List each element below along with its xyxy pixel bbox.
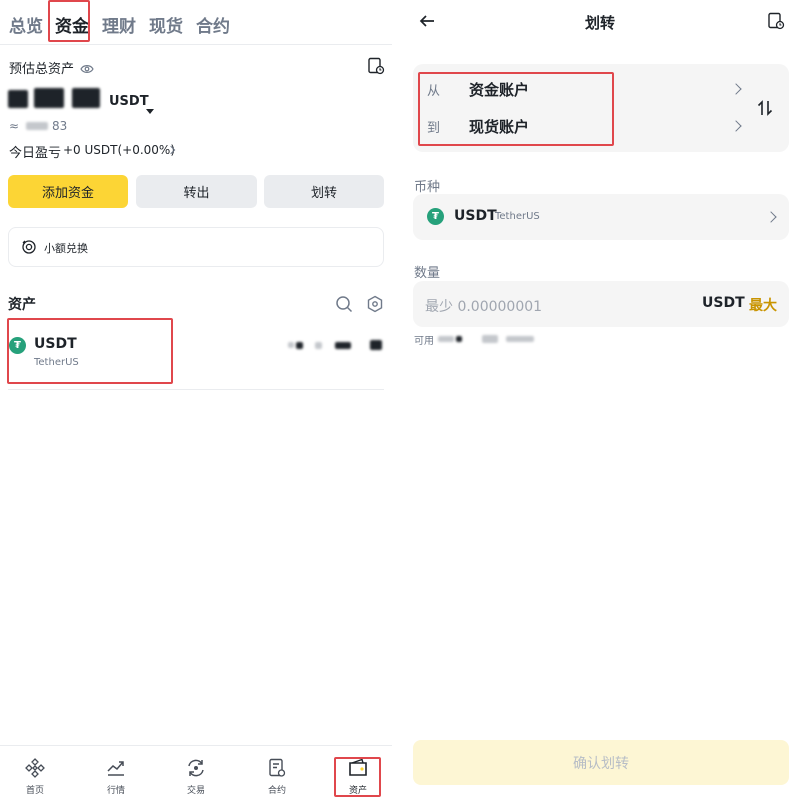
futures-icon xyxy=(269,758,286,777)
currency-name: TetherUS xyxy=(495,211,540,222)
approx-prefix: ≈ xyxy=(9,119,20,133)
nav-trade-label: 交易 xyxy=(186,786,205,796)
search-icon[interactable] xyxy=(335,295,353,317)
tab-spot[interactable]: 现货 xyxy=(149,12,183,37)
balance-obscured xyxy=(8,88,102,110)
estimated-total-label: 预估总资产 xyxy=(9,62,75,77)
nav-futures[interactable]: 合约 xyxy=(255,757,299,796)
asset-row-divider xyxy=(8,389,384,390)
asset-symbol: USDT xyxy=(34,336,77,352)
today-pnl-value: +0 USDT(+0.00%) xyxy=(63,143,176,157)
markets-icon xyxy=(107,761,124,776)
nav-assets[interactable]: 资产 xyxy=(336,757,380,796)
nav-trade[interactable]: 交易 xyxy=(174,757,218,796)
confirm-transfer-button[interactable]: 确认划转 xyxy=(413,740,789,785)
nav-futures-label: 合约 xyxy=(267,786,286,796)
asset-balance-obscured xyxy=(288,340,384,352)
nav-assets-label: 资产 xyxy=(348,786,367,796)
funding-screen: 总览 资金 理财 现货 合约 预估总资产 USDT ≈ 83 今日盈亏 +0 U… xyxy=(0,0,392,798)
eye-icon[interactable] xyxy=(80,60,94,79)
tab-futures[interactable]: 合约 xyxy=(196,12,230,37)
history-icon[interactable] xyxy=(767,12,785,34)
assets-title: 资产 xyxy=(8,297,36,313)
small-convert-label[interactable]: 小额兑换 xyxy=(44,240,88,256)
settings-icon[interactable] xyxy=(366,295,384,317)
tab-overview[interactable]: 总览 xyxy=(9,12,43,37)
asset-name: TetherUS xyxy=(34,357,79,368)
home-icon xyxy=(25,758,45,778)
nav-markets[interactable]: 行情 xyxy=(94,757,138,796)
to-account[interactable]: 现货账户 xyxy=(469,116,529,137)
transfer-button[interactable]: 划转 xyxy=(264,175,384,208)
page-title: 划转 xyxy=(584,14,615,32)
swap-icon[interactable] xyxy=(756,99,774,121)
caret-down-icon[interactable] xyxy=(146,100,154,119)
nav-home-label: 首页 xyxy=(25,786,44,796)
to-label: 到 xyxy=(427,121,441,136)
amount-unit: USDT xyxy=(702,295,745,311)
today-pnl-label: 今日盈亏 xyxy=(9,146,62,161)
transfer-screen: 划转 从 资金账户 到 现货账户 币种 ₮ USDT TetherUS 数量 最… xyxy=(400,0,800,798)
nav-home[interactable]: 首页 xyxy=(13,757,57,796)
max-button[interactable]: 最大 xyxy=(749,295,777,315)
balance-currency[interactable]: USDT xyxy=(109,94,149,109)
history-icon[interactable] xyxy=(367,57,385,79)
available-value-obscured xyxy=(438,335,538,343)
tether-logo-icon: ₮ xyxy=(427,208,444,225)
from-label: 从 xyxy=(427,84,441,99)
from-account[interactable]: 资金账户 xyxy=(469,79,529,100)
nav-markets-label: 行情 xyxy=(106,786,125,796)
currency-label: 币种 xyxy=(414,180,441,195)
account-selector-card xyxy=(413,64,789,152)
approx-value-suffix: 83 xyxy=(52,119,68,133)
add-funds-button[interactable]: 添加资金 xyxy=(8,175,128,208)
nav-divider xyxy=(0,745,392,746)
convert-icon xyxy=(21,239,37,259)
amount-placeholder[interactable]: 最少 0.00000001 xyxy=(425,296,542,316)
tether-logo-icon: ₮ xyxy=(9,337,26,354)
currency-symbol: USDT xyxy=(454,208,497,224)
approx-obscured xyxy=(26,122,48,130)
withdraw-button[interactable]: 转出 xyxy=(136,175,257,208)
tab-earn[interactable]: 理财 xyxy=(102,12,136,37)
tab-funding[interactable]: 资金 xyxy=(55,12,89,37)
available-label: 可用 xyxy=(414,336,434,347)
amount-label: 数量 xyxy=(414,266,441,281)
tabs-divider xyxy=(0,44,392,45)
asset-row-usdt[interactable]: ₮ USDT TetherUS xyxy=(0,320,392,386)
trade-icon xyxy=(188,759,204,777)
wallet-icon xyxy=(349,758,367,776)
